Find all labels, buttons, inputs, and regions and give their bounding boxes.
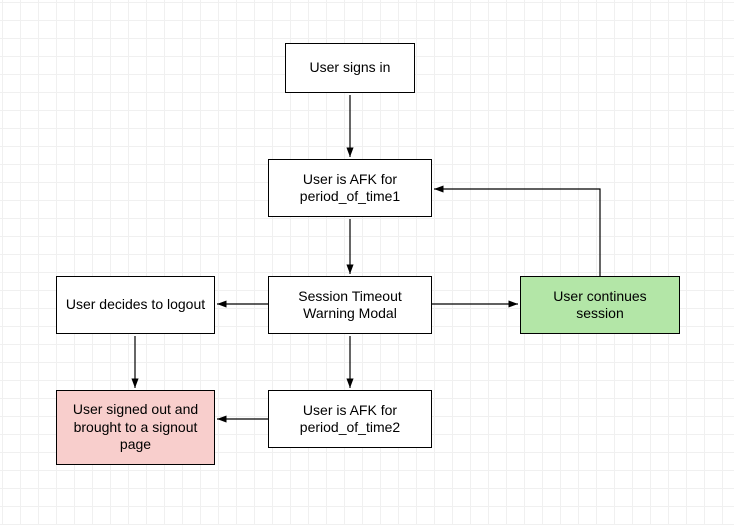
node-afk2: User is AFK for period_of_time2 [268,390,432,448]
node-signedout: User signed out and brought to a signout… [56,390,215,465]
node-signin: User signs in [285,43,415,93]
node-logout: User decides to logout [56,276,215,334]
node-afk1: User is AFK for period_of_time1 [268,159,432,217]
node-modal: Session Timeout Warning Modal [268,276,432,334]
node-continues: User continues session [520,276,680,334]
